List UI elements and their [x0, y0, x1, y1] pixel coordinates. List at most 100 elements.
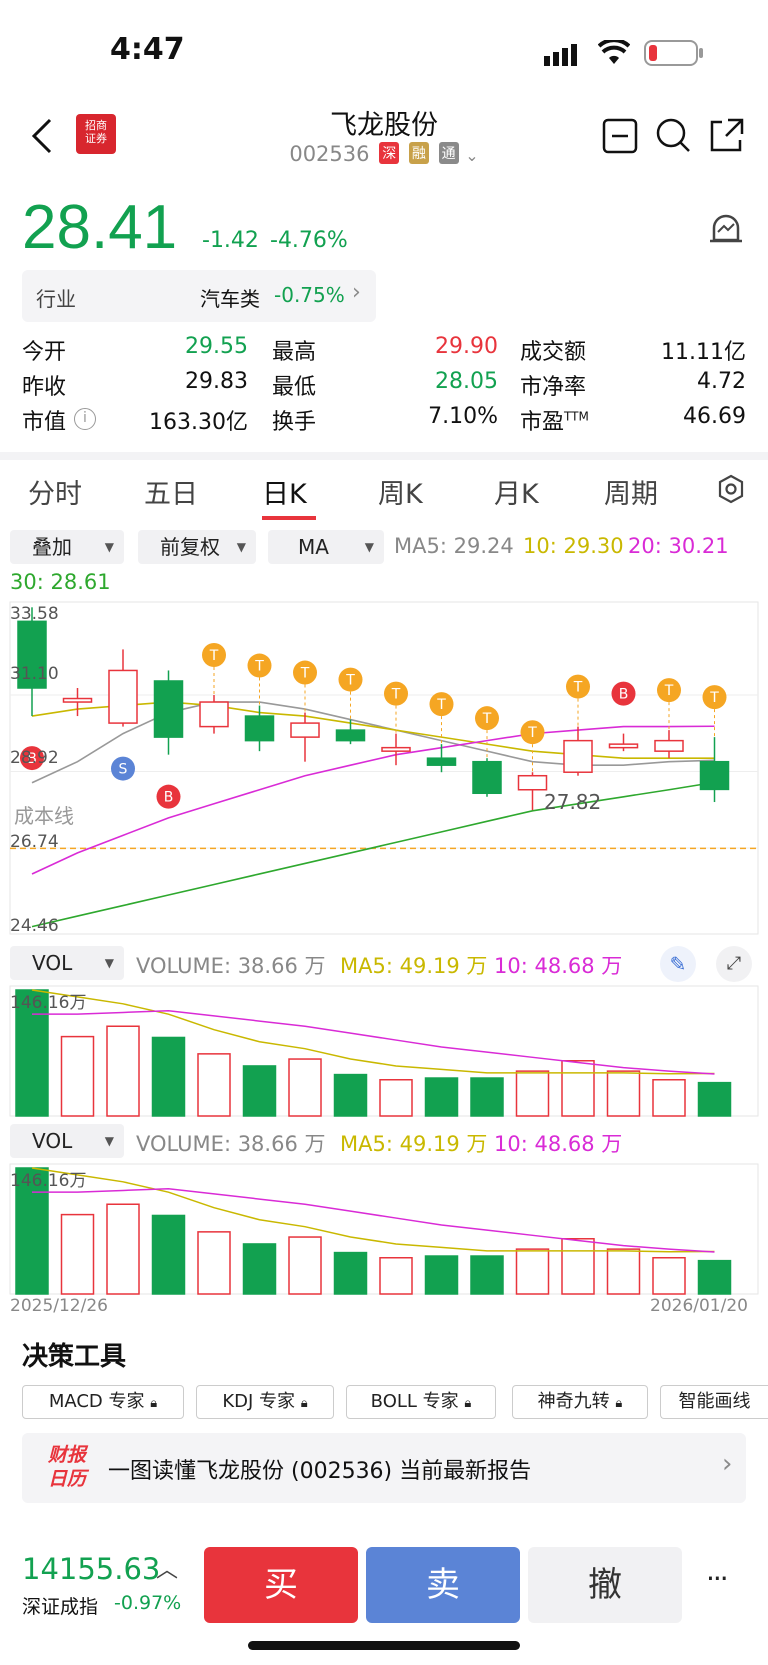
industry-pct: -0.75%: [274, 283, 345, 307]
vol2-ma10: 10: 48.68 万: [494, 1132, 623, 1156]
stat-pe-label: 市盈TTM: [520, 409, 589, 435]
index-name: 深证成指: [22, 1596, 99, 1618]
vol-select-2[interactable]: VOL ▼: [10, 1124, 124, 1158]
volume-bar: [515, 1070, 550, 1117]
alert-bell-icon[interactable]: [708, 210, 744, 254]
stat-pb: 4.72: [697, 369, 746, 394]
candle-body: [335, 729, 366, 742]
volume-bar: [288, 1058, 322, 1117]
trade-t-label: T: [436, 697, 446, 713]
volume-bar: [60, 1035, 95, 1117]
volume-bar: [606, 1070, 641, 1117]
tool-macd[interactable]: MACD 专家 🔒︎: [22, 1385, 184, 1419]
trade-t-label: T: [209, 648, 219, 664]
candle-body: [563, 739, 593, 773]
volume-bar: [151, 1036, 186, 1117]
volume-chart-1[interactable]: [0, 984, 768, 1118]
overlay-select[interactable]: 叠加 ▼: [10, 530, 124, 564]
buy-button[interactable]: 买: [204, 1547, 358, 1623]
volume-bar: [242, 1243, 277, 1295]
ma30-value: 30: 28.61: [10, 570, 111, 594]
chevron-up-icon[interactable]: ︿: [156, 1552, 178, 1584]
y-axis-mid2: 28.92: [10, 748, 59, 768]
candle-body: [153, 680, 184, 738]
index-value[interactable]: 14155.63: [22, 1552, 160, 1586]
lock-icon: 🔒︎: [300, 1396, 308, 1411]
kline-chart[interactable]: TT T TTTTTT T TBBSB: [0, 598, 768, 940]
stock-code-line[interactable]: 002536 深 融 通 ⌄: [0, 142, 768, 166]
search-icon[interactable]: [654, 116, 692, 158]
info-icon[interactable]: i: [74, 408, 96, 430]
stat-open: 29.55: [185, 334, 248, 359]
vol1-y-top: 146.16万: [10, 993, 87, 1013]
volume-bar: [197, 1053, 231, 1117]
edit-pencil-icon[interactable]: ✎: [660, 946, 696, 982]
tool-boll[interactable]: BOLL 专家 🔒︎: [346, 1385, 496, 1419]
ma20-value: 20: 30.21: [628, 534, 729, 558]
stat-pe: 46.69: [683, 404, 746, 429]
vol2-volume: VOLUME: 38.66 万: [136, 1132, 326, 1156]
volume-chart-2[interactable]: [0, 1162, 768, 1296]
trade-t-label: T: [254, 659, 264, 675]
volume-bar: [561, 1060, 595, 1117]
tool-kdj[interactable]: KDJ 专家 🔒︎: [196, 1385, 334, 1419]
caret-down-icon: ▼: [364, 540, 374, 554]
trade-t-label: T: [391, 687, 401, 703]
candle-body: [381, 746, 411, 752]
y-axis-mid: 31.10: [10, 664, 59, 684]
sell-button[interactable]: 卖: [366, 1547, 520, 1623]
wifi-icon: [597, 38, 631, 70]
ma20-line: [31, 725, 715, 875]
caret-down-icon: ▼: [104, 956, 114, 970]
tab-daily-k[interactable]: 日K: [262, 472, 307, 511]
volume-bar: [379, 1079, 413, 1117]
lock-icon: 🔒︎: [150, 1396, 158, 1411]
tab-period[interactable]: 周期: [604, 472, 658, 511]
candle-body: [290, 722, 320, 738]
trade-t-label: T: [300, 666, 310, 682]
volume-bar: [697, 1081, 732, 1117]
tab-intraday[interactable]: 分时: [28, 472, 82, 511]
chart-settings-icon[interactable]: [716, 474, 746, 508]
candle-body: [62, 697, 93, 703]
section-divider: [0, 452, 768, 460]
lock-icon: 🔒︎: [615, 1396, 623, 1411]
vol1-ma5: MA5: 49.19 万: [340, 954, 488, 978]
volume-bar: [288, 1236, 322, 1295]
tab-five-day[interactable]: 五日: [144, 472, 198, 511]
candle-body: [108, 669, 138, 724]
stat-turnover: 7.10%: [428, 404, 498, 429]
candle-body: [472, 760, 502, 795]
cancel-button[interactable]: 撤: [528, 1547, 682, 1623]
more-icon[interactable]: ···: [706, 1562, 729, 1595]
volume-bar: [470, 1255, 504, 1295]
stat-turnover-label: 换手: [272, 410, 317, 435]
ma30-line: [31, 781, 715, 928]
indicator-select[interactable]: MA ▼: [268, 530, 384, 564]
cost-line-label: 成本线: [14, 804, 74, 828]
y-axis-top: 33.58: [10, 604, 59, 624]
volume-bar: [424, 1077, 459, 1117]
expand-icon[interactable]: ⤢: [716, 946, 752, 982]
industry-bar[interactable]: 行业 汽车类 -0.75% ›: [22, 270, 376, 322]
min-price-marker: 27.82: [544, 790, 602, 814]
vol-select-1[interactable]: VOL ▼: [10, 946, 124, 980]
tab-monthly-k[interactable]: 月K: [494, 472, 539, 511]
tool-td9[interactable]: 神奇九转 🔒︎: [512, 1385, 648, 1419]
trade-t-label: T: [345, 673, 355, 689]
adjust-select[interactable]: 前复权 ▼: [138, 530, 256, 564]
minus-square-icon[interactable]: [602, 118, 638, 158]
volume-bar: [515, 1248, 550, 1295]
candle-body: [199, 701, 229, 728]
tool-smart-draw[interactable]: 智能画线: [660, 1385, 768, 1419]
volume-bar: [242, 1065, 277, 1117]
vol2-y-top: 146.16万: [10, 1171, 87, 1191]
stat-high-label: 最高: [272, 340, 317, 365]
industry-name: 汽车类: [200, 287, 260, 311]
price-change: -1.42: [202, 228, 259, 253]
tab-weekly-k[interactable]: 周K: [378, 472, 423, 511]
volume-bar: [606, 1248, 641, 1295]
stat-pb-label: 市净率: [520, 375, 587, 400]
share-icon[interactable]: [708, 116, 746, 158]
report-banner[interactable]: 财报 日历 一图读懂飞龙股份 (002536) 当前最新报告 ›: [22, 1433, 746, 1503]
